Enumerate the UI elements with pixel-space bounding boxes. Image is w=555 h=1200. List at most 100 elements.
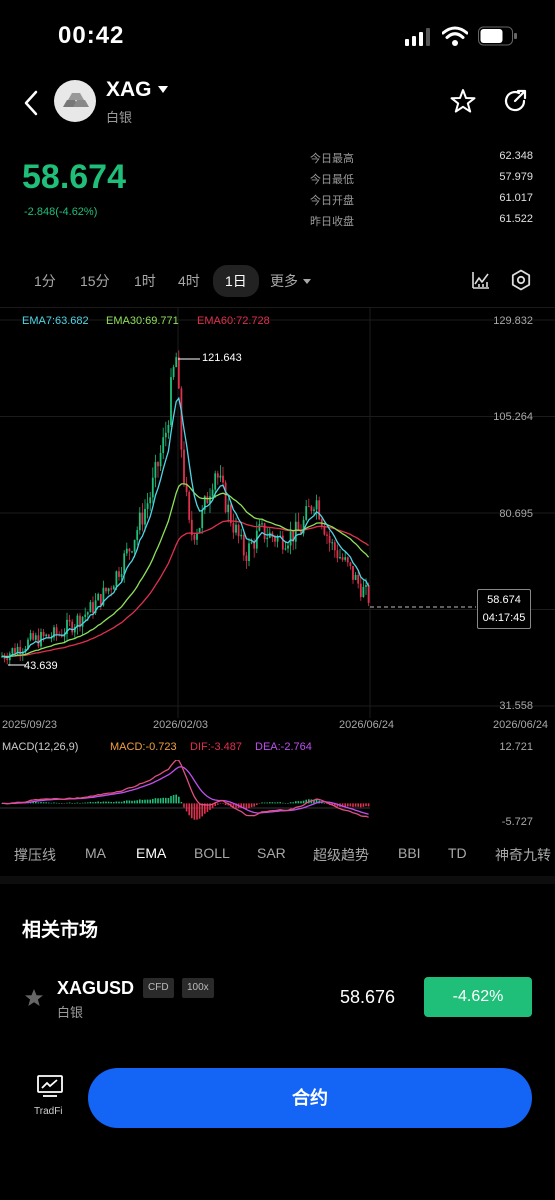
tag-badge: CFD xyxy=(143,978,174,998)
candle-body xyxy=(219,475,222,478)
indicator-tab-sar[interactable]: SAR xyxy=(257,845,286,861)
candle-body xyxy=(86,612,89,615)
candle-body xyxy=(216,473,219,478)
share-icon[interactable] xyxy=(502,88,528,114)
candle-body xyxy=(175,357,178,368)
candle-body xyxy=(6,658,9,661)
macd-bar xyxy=(76,802,79,804)
candle-body xyxy=(318,500,321,520)
macd-bar xyxy=(279,802,281,804)
tradfi-icon[interactable] xyxy=(37,1075,63,1097)
stat-value-low: 57.979 xyxy=(499,171,533,183)
indicator-tab-support-resistance[interactable]: 撑压线 xyxy=(14,845,56,865)
macd-bar xyxy=(89,801,92,804)
macd-bar xyxy=(170,796,172,804)
candle-body xyxy=(42,632,45,637)
indicator-tab-magic-nine[interactable]: 神奇九转 xyxy=(495,845,551,865)
timeframe-1h[interactable]: 1时 xyxy=(134,270,156,292)
candle-body xyxy=(287,545,289,549)
macd-bar xyxy=(198,803,201,819)
star-icon[interactable] xyxy=(24,988,44,1008)
macd-bar xyxy=(157,798,159,804)
dea-label: DEA:-2.764 xyxy=(255,741,312,753)
macd-bar xyxy=(256,803,258,806)
macd-bar xyxy=(352,803,354,807)
macd-bar xyxy=(50,802,53,804)
macd-bar xyxy=(323,803,326,804)
candle-body xyxy=(206,496,209,504)
macd-bar xyxy=(357,803,359,807)
candle-body xyxy=(211,489,214,497)
indicator-tab-ma[interactable]: MA xyxy=(85,845,106,861)
price-chart[interactable] xyxy=(0,308,555,738)
favorite-star-icon[interactable] xyxy=(450,88,476,114)
contract-button[interactable]: 合约 xyxy=(88,1068,532,1128)
timeframe-more[interactable]: 更多 xyxy=(270,270,298,292)
timeframe-1d[interactable]: 1日 xyxy=(213,265,259,297)
candle-countdown: 04:17:45 xyxy=(482,612,526,624)
indicator-tab-boll[interactable]: BOLL xyxy=(194,845,230,861)
candle-body xyxy=(336,550,339,559)
macd-bar xyxy=(261,802,263,804)
macd-y-tick: 12.721 xyxy=(499,741,533,753)
related-symbol[interactable]: XAGUSD xyxy=(57,978,134,999)
candle-body xyxy=(47,634,50,638)
macd-bar xyxy=(84,802,86,804)
symbol-title[interactable]: XAG xyxy=(106,78,152,102)
indicator-tab-td[interactable]: TD xyxy=(448,845,467,861)
indicator-tab-supertrend[interactable]: 超级趋势 xyxy=(313,845,369,865)
candle-body xyxy=(120,574,123,577)
candle-body xyxy=(128,548,131,552)
candle-body xyxy=(32,633,35,640)
candle-body xyxy=(149,497,152,504)
candle-body xyxy=(193,535,196,540)
candle-body xyxy=(89,602,92,613)
candle-body xyxy=(107,588,110,592)
back-icon[interactable] xyxy=(20,88,44,118)
macd-bar xyxy=(365,803,367,807)
candle-body xyxy=(248,543,250,562)
timeframe-4h[interactable]: 4时 xyxy=(178,270,200,292)
last-price: 58.674 xyxy=(22,158,126,196)
macd-bar xyxy=(55,802,58,804)
y-tick-label: 129.832 xyxy=(493,315,533,327)
timeframe-1m[interactable]: 1分 xyxy=(34,270,56,292)
candle-body xyxy=(118,571,120,577)
x-tick-label: 2026/06/24 xyxy=(493,719,549,731)
macd-bar xyxy=(120,801,123,804)
indicator-tab-bbi[interactable]: BBI xyxy=(398,845,421,861)
candle-body xyxy=(29,633,32,640)
macd-bar xyxy=(37,802,40,804)
macd-bar xyxy=(58,803,60,804)
candle-body xyxy=(112,586,115,590)
indicator-tab-ema[interactable]: EMA xyxy=(136,845,166,861)
macd-bar xyxy=(276,802,279,804)
macd-bar xyxy=(292,802,294,804)
candlesticks xyxy=(1,350,370,666)
macd-bar xyxy=(113,802,115,804)
chevron-down-icon[interactable] xyxy=(303,279,311,284)
candle-body xyxy=(328,535,331,543)
macd-bar xyxy=(253,803,255,807)
ema7-label: EMA7:63.682 xyxy=(22,315,89,327)
candle-body xyxy=(245,555,248,562)
chevron-down-icon[interactable] xyxy=(158,86,168,93)
macd-bar xyxy=(300,801,302,804)
candle-body xyxy=(349,562,352,567)
timeframe-15m[interactable]: 15分 xyxy=(80,270,110,292)
macd-bar xyxy=(45,802,47,804)
candle-body xyxy=(359,583,362,598)
macd-bar xyxy=(48,802,50,804)
candle-body xyxy=(258,524,261,531)
tradfi-label[interactable]: TradFi xyxy=(34,1106,63,1117)
status-time: 00:42 xyxy=(58,22,125,49)
related-change-badge[interactable]: -4.62% xyxy=(424,977,532,1017)
settings-icon[interactable] xyxy=(510,269,532,291)
candle-body xyxy=(357,574,360,584)
chart-type-icon[interactable] xyxy=(471,270,491,290)
macd-bar xyxy=(100,802,102,804)
macd-bar xyxy=(224,803,227,806)
macd-bar xyxy=(94,801,97,804)
stat-label-low: 今日最低 xyxy=(310,174,354,186)
macd-bar xyxy=(271,802,274,804)
